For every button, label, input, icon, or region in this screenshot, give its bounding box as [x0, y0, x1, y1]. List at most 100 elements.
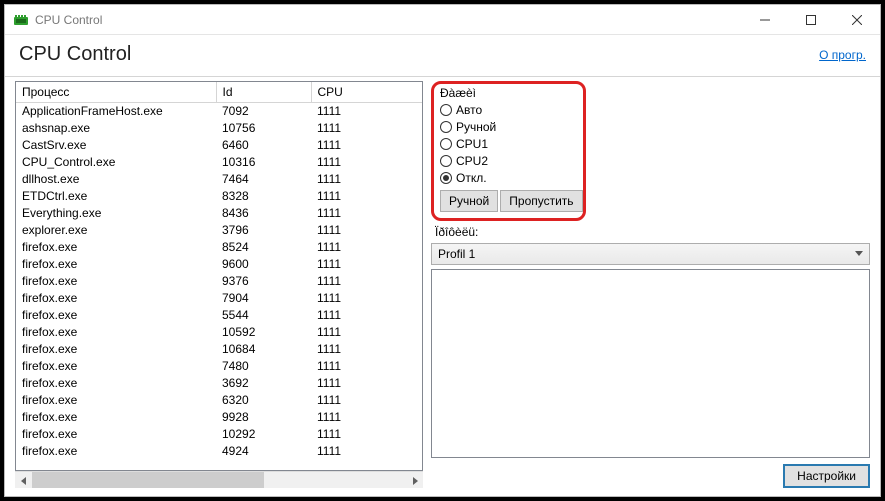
cell-proc: ApplicationFrameHost.exe: [16, 102, 216, 119]
radio-label: CPU1: [456, 137, 488, 151]
cell-proc: explorer.exe: [16, 221, 216, 238]
maximize-button[interactable]: [788, 5, 834, 35]
cell-proc: CastSrv.exe: [16, 136, 216, 153]
about-link[interactable]: О прогр.: [819, 48, 866, 62]
cell-id: 10316: [216, 153, 311, 170]
chevron-down-icon: [855, 249, 863, 260]
cell-cpu: 1111: [311, 102, 422, 119]
table-row[interactable]: firefox.exe63201111: [16, 391, 422, 408]
cell-proc: firefox.exe: [16, 442, 216, 459]
cell-cpu: 1111: [311, 153, 422, 170]
cell-id: 7480: [216, 357, 311, 374]
cell-id: 7464: [216, 170, 311, 187]
cell-id: 9600: [216, 255, 311, 272]
cell-cpu: 1111: [311, 306, 422, 323]
table-row[interactable]: dllhost.exe74641111: [16, 170, 422, 187]
table-row[interactable]: firefox.exe93761111: [16, 272, 422, 289]
column-header-cpu[interactable]: CPU: [311, 82, 422, 102]
mode-group-title: Ðàæèì: [440, 86, 577, 100]
table-row[interactable]: firefox.exe102921111: [16, 425, 422, 442]
table-row[interactable]: firefox.exe106841111: [16, 340, 422, 357]
cell-id: 7092: [216, 102, 311, 119]
cell-id: 8524: [216, 238, 311, 255]
profile-selected-value: Profil 1: [438, 247, 475, 261]
cell-proc: firefox.exe: [16, 340, 216, 357]
cell-cpu: 1111: [311, 272, 422, 289]
column-header-id[interactable]: Id: [216, 82, 311, 102]
radio-icon: [440, 155, 452, 167]
manual-button[interactable]: Ручной: [440, 190, 498, 212]
settings-button[interactable]: Настройки: [783, 464, 870, 488]
table-row[interactable]: CPU_Control.exe103161111: [16, 153, 422, 170]
mode-radio[interactable]: CPU2: [440, 152, 577, 169]
table-row[interactable]: CastSrv.exe64601111: [16, 136, 422, 153]
header: CPU Control О прогр.: [5, 35, 880, 77]
cell-id: 8436: [216, 204, 311, 221]
cell-cpu: 1111: [311, 255, 422, 272]
radio-icon: [440, 172, 452, 184]
cell-id: 3796: [216, 221, 311, 238]
application-window: CPU Control CPU Control О прогр. Процесс…: [4, 4, 881, 497]
cell-cpu: 1111: [311, 119, 422, 136]
table-row[interactable]: firefox.exe79041111: [16, 289, 422, 306]
minimize-button[interactable]: [742, 5, 788, 35]
mode-group: Ðàæèì АвтоРучнойCPU1CPU2Откл. Ручной Про…: [431, 81, 586, 221]
cell-id: 9928: [216, 408, 311, 425]
cell-proc: firefox.exe: [16, 357, 216, 374]
table-row[interactable]: firefox.exe99281111: [16, 408, 422, 425]
cell-id: 10756: [216, 119, 311, 136]
skip-button[interactable]: Пропустить: [500, 190, 582, 212]
cell-cpu: 1111: [311, 340, 422, 357]
cell-proc: firefox.exe: [16, 238, 216, 255]
mode-radio[interactable]: Авто: [440, 101, 577, 118]
table-row[interactable]: firefox.exe55441111: [16, 306, 422, 323]
table-row[interactable]: firefox.exe49241111: [16, 442, 422, 459]
cell-id: 3692: [216, 374, 311, 391]
mode-radio[interactable]: Ручной: [440, 118, 577, 135]
process-table[interactable]: Процесс Id CPU ApplicationFrameHost.exe7…: [15, 81, 423, 471]
horizontal-scrollbar[interactable]: [15, 471, 423, 488]
cell-cpu: 1111: [311, 442, 422, 459]
cell-proc: firefox.exe: [16, 289, 216, 306]
table-row[interactable]: ashsnap.exe107561111: [16, 119, 422, 136]
table-row[interactable]: firefox.exe85241111: [16, 238, 422, 255]
mode-radio[interactable]: CPU1: [440, 135, 577, 152]
cell-cpu: 1111: [311, 136, 422, 153]
cell-id: 10292: [216, 425, 311, 442]
radio-icon: [440, 138, 452, 150]
table-row[interactable]: Everything.exe84361111: [16, 204, 422, 221]
titlebar[interactable]: CPU Control: [5, 5, 880, 35]
cell-proc: Everything.exe: [16, 204, 216, 221]
cell-id: 8328: [216, 187, 311, 204]
table-row[interactable]: firefox.exe105921111: [16, 323, 422, 340]
cell-id: 7904: [216, 289, 311, 306]
scroll-right-arrow[interactable]: [406, 472, 423, 489]
table-row[interactable]: firefox.exe36921111: [16, 374, 422, 391]
cell-cpu: 1111: [311, 323, 422, 340]
profile-select[interactable]: Profil 1: [431, 243, 870, 265]
cell-cpu: 1111: [311, 221, 422, 238]
radio-label: Откл.: [456, 171, 487, 185]
cell-cpu: 1111: [311, 289, 422, 306]
cell-id: 6460: [216, 136, 311, 153]
table-row[interactable]: firefox.exe74801111: [16, 357, 422, 374]
scroll-left-arrow[interactable]: [15, 472, 32, 489]
table-row[interactable]: ETDCtrl.exe83281111: [16, 187, 422, 204]
table-row[interactable]: ApplicationFrameHost.exe70921111: [16, 102, 422, 119]
profiles-label: Ïðîôèëü:: [431, 225, 870, 239]
radio-label: CPU2: [456, 154, 488, 168]
table-row[interactable]: firefox.exe96001111: [16, 255, 422, 272]
mode-radio[interactable]: Откл.: [440, 169, 577, 186]
cell-proc: firefox.exe: [16, 306, 216, 323]
cell-cpu: 1111: [311, 187, 422, 204]
close-button[interactable]: [834, 5, 880, 35]
radio-icon: [440, 121, 452, 133]
table-row[interactable]: explorer.exe37961111: [16, 221, 422, 238]
scroll-thumb[interactable]: [32, 472, 264, 488]
app-icon: [13, 13, 29, 27]
cell-proc: CPU_Control.exe: [16, 153, 216, 170]
column-header-process[interactable]: Процесс: [16, 82, 216, 102]
cell-id: 5544: [216, 306, 311, 323]
cell-proc: firefox.exe: [16, 374, 216, 391]
cell-id: 10592: [216, 323, 311, 340]
